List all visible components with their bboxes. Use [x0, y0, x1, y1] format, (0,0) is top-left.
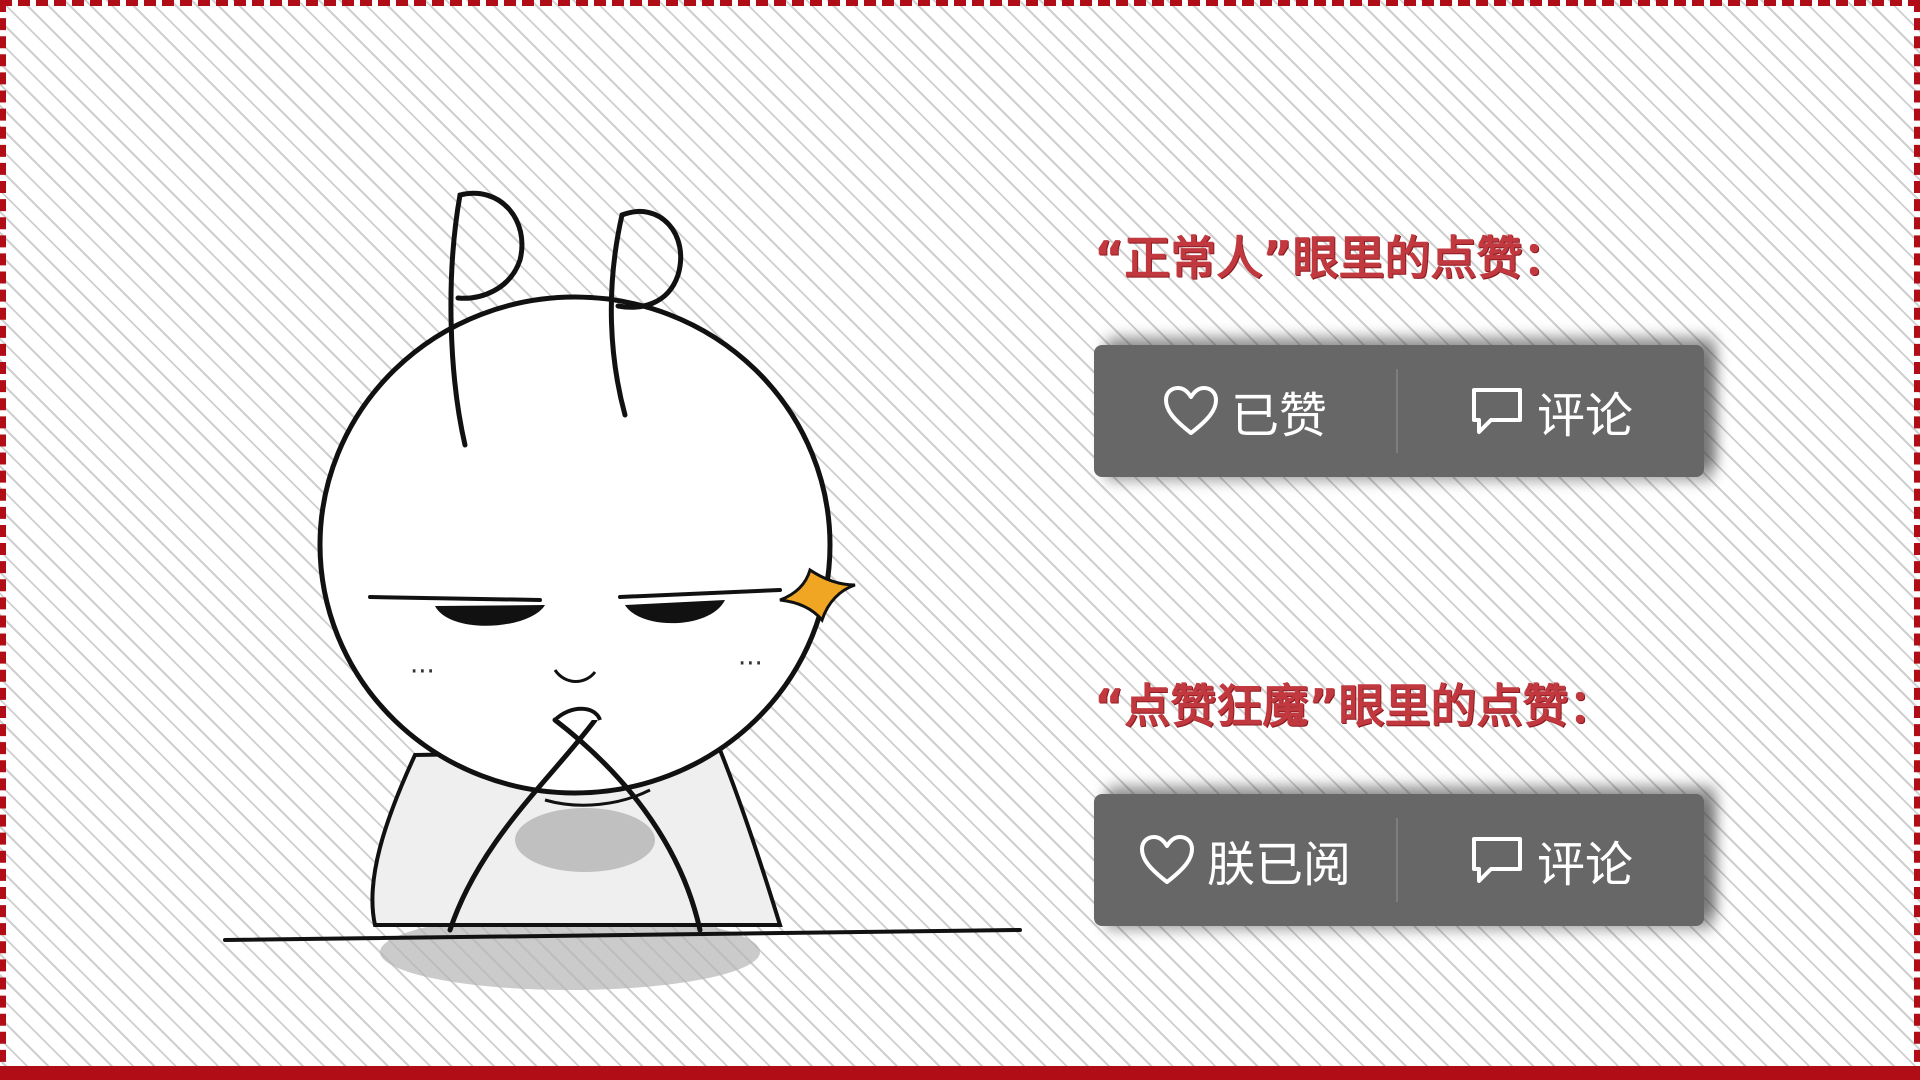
bottom-red-bar	[0, 1066, 1920, 1080]
heart-icon	[1139, 834, 1195, 886]
liked-button[interactable]: 已赞	[1094, 345, 1396, 477]
action-bar-fanatic: 朕已阅 评论	[1094, 794, 1704, 926]
like-fanatic-heading: “点赞狂魔”眼里的点赞：	[1094, 679, 1615, 733]
comment-bubble-icon	[1469, 834, 1525, 886]
action-bar-normal: 已赞 评论	[1094, 345, 1704, 477]
comment-label: 评论	[1536, 837, 1633, 893]
comment-button[interactable]: 评论	[1398, 345, 1704, 477]
thinking-bunny-illustration: ··· ···	[223, 190, 1022, 990]
comment-bubble-icon	[1469, 385, 1525, 437]
normal-person-heading: “正常人”眼里的点赞：	[1094, 231, 1569, 285]
read-by-emperor-button[interactable]: 朕已阅	[1094, 794, 1396, 926]
svg-text:···: ···	[738, 649, 763, 679]
heart-icon	[1163, 385, 1219, 437]
svg-text:···: ···	[410, 657, 435, 687]
like-label: 已赞	[1230, 388, 1327, 444]
comment-button[interactable]: 评论	[1398, 794, 1704, 926]
comment-label: 评论	[1536, 388, 1633, 444]
like-label: 朕已阅	[1206, 837, 1351, 893]
